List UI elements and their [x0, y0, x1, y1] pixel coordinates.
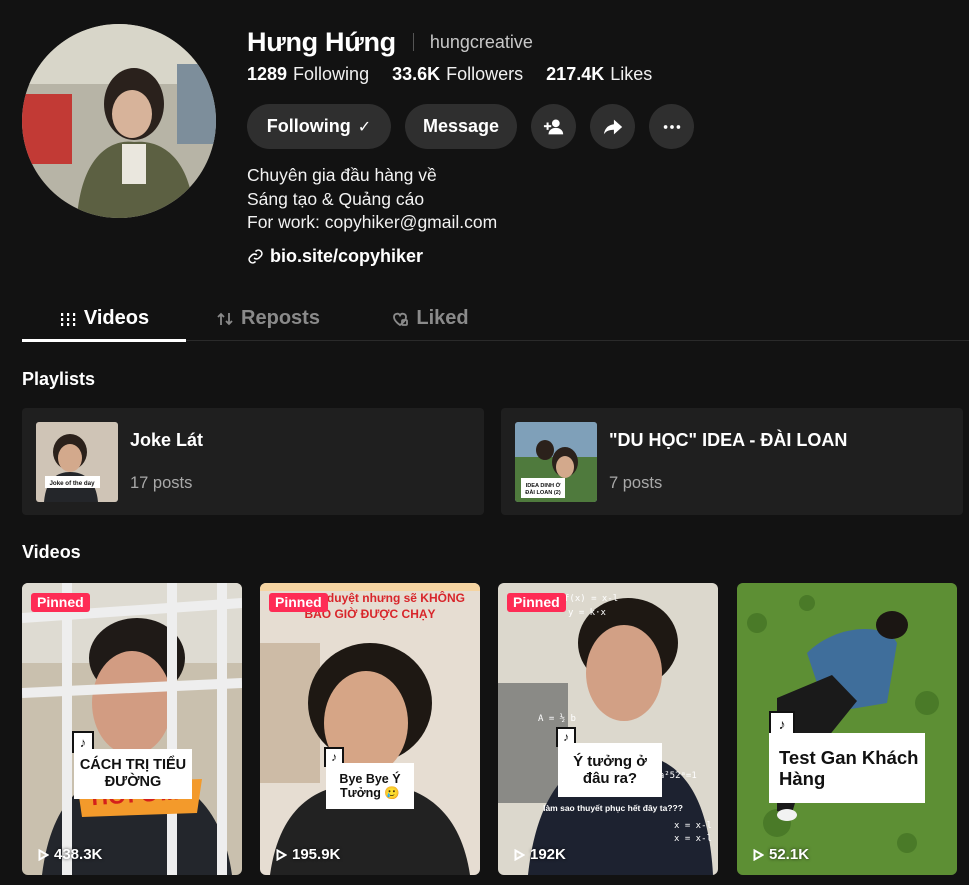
message-button[interactable]: Message [405, 104, 517, 149]
svg-text:x = x-l: x = x-l [674, 834, 712, 844]
tab-videos[interactable]: Videos [22, 296, 186, 342]
svg-text:ĐÀI LOAN (2): ĐÀI LOAN (2) [525, 489, 561, 496]
following-button[interactable]: Following ✓ [247, 104, 391, 149]
heart-icon [393, 312, 409, 326]
more-options-button[interactable] [649, 104, 694, 149]
play-icon [38, 848, 49, 861]
play-icon [276, 848, 287, 861]
view-count-value: 192K [530, 846, 566, 863]
profile-avatar[interactable] [22, 24, 216, 218]
playlist-thumbnail: IDEA DINH Ở ĐÀI LOAN (2) [515, 422, 597, 502]
video-caption: Bye Bye Ý Tưởng 🥲 [326, 763, 414, 809]
video-card[interactable]: đã được duyệt nhưng sẽ KHÔNG BAO GIỜ ĐƯỢ… [260, 583, 480, 875]
stat-label: Followers [446, 64, 524, 84]
video-caption: Ý tưởng ở đâu ra? [558, 743, 662, 797]
video-subtitle: làm sao thuyết phục hết đây ta??? [543, 803, 683, 813]
add-user-icon [543, 118, 563, 134]
bio-line: Sáng tạo & Quảng cáo [247, 188, 425, 209]
playlist-count: 17 posts [130, 474, 193, 492]
video-card[interactable]: HƠI ƠI..! ♪ CÁCH TRỊ TIỂU ĐƯỜNG Pinned 4… [22, 583, 242, 875]
stat-number: 1289 [247, 64, 288, 84]
thumb-caption: Joke of the day [49, 480, 95, 487]
profile-bio: Chuyên gia đầu hàng về Sáng tạo & Quảng … [247, 164, 497, 235]
video-thumbnail [260, 583, 480, 875]
playlist-card[interactable]: Joke of the day Joke Lát 17 posts [22, 408, 484, 515]
stat-label: Following [293, 64, 370, 84]
playlist-count: 7 posts [609, 474, 663, 492]
play-icon [753, 848, 764, 861]
display-name: Hưng Hứng [247, 26, 396, 57]
video-card[interactable]: ♪ Test Gan Khách Hàng 52.1K [737, 583, 957, 875]
videos-heading: Videos [22, 542, 81, 562]
view-count: 195.9K [276, 846, 340, 863]
tab-label: Liked [416, 307, 469, 329]
video-thumbnail [22, 583, 242, 875]
view-count-value: 52.1K [769, 846, 810, 863]
stat-likes: 217.4K Likes [546, 64, 652, 85]
tab-liked[interactable]: Liked [350, 296, 510, 341]
playlist-card[interactable]: IDEA DINH Ở ĐÀI LOAN (2) "DU HỌC" IDEA -… [501, 408, 963, 515]
playlist-title: "DU HỌC" IDEA - ĐÀI LOAN [609, 430, 848, 450]
profile-stats: 1289 Following 33.6K Followers 217.4K Li… [247, 64, 675, 85]
tab-label: Reposts [241, 307, 320, 329]
playlist-thumbnail: Joke of the day [36, 422, 118, 502]
stat-number: 217.4K [546, 64, 605, 84]
stat-following[interactable]: 1289 Following [247, 64, 369, 85]
name-divider [412, 33, 414, 51]
playlist-title: Joke Lát [130, 430, 204, 450]
svg-text:IDEA DINH Ở: IDEA DINH Ở [526, 482, 561, 489]
bio-line: For work: copyhiker@gmail.com [247, 212, 498, 232]
add-friend-button[interactable] [531, 104, 576, 149]
stat-label: Likes [610, 64, 653, 84]
video-card[interactable]: f(x) = x-l y = k·x A = ½ b 2sa²52ᵃ=1 x =… [498, 583, 718, 875]
video-caption: Test Gan Khách Hàng [769, 733, 925, 803]
tab-reposts[interactable]: Reposts [186, 296, 350, 341]
svg-text:A = ½ b: A = ½ b [538, 713, 576, 724]
view-count-value: 195.9K [292, 846, 341, 863]
more-icon [663, 124, 680, 129]
pinned-badge: Pinned [507, 593, 566, 612]
play-icon [514, 848, 525, 861]
stat-number: 33.6K [392, 64, 441, 84]
view-count: 192K [514, 846, 566, 863]
svg-text:x = x-l: x = x-l [674, 821, 712, 831]
view-count: 438.3K [38, 846, 102, 863]
view-count-value: 438.3K [54, 846, 103, 863]
link-icon [248, 249, 263, 264]
profile-name-row: Hưng Hứng hungcreative [247, 26, 533, 58]
svg-text:f(x) = x-l: f(x) = x-l [564, 594, 618, 604]
video-thumbnail: f(x) = x-l y = k·x A = ½ b 2sa²52ᵃ=1 x =… [498, 583, 718, 875]
grid-icon [60, 312, 76, 326]
stat-followers[interactable]: 33.6K Followers [392, 64, 523, 85]
bio-line: Chuyên gia đầu hàng về [247, 165, 437, 185]
pinned-badge: Pinned [31, 593, 90, 612]
repost-icon [217, 312, 233, 325]
tab-label: Videos [83, 307, 150, 329]
username: hungcreative [429, 31, 533, 52]
profile-actions: Following ✓ Message [247, 104, 708, 149]
share-icon [603, 119, 622, 134]
message-button-label: Message [422, 116, 500, 136]
video-caption: CÁCH TRỊ TIỂU ĐƯỜNG [74, 749, 192, 799]
share-button[interactable] [590, 104, 635, 149]
bio-link-text: bio.site/copyhiker [270, 246, 424, 266]
pinned-badge: Pinned [269, 593, 328, 612]
playlists-heading: Playlists [22, 369, 96, 389]
bio-link[interactable]: bio.site/copyhiker [247, 246, 423, 267]
profile-tabs: Videos Reposts Liked [22, 296, 969, 342]
check-icon: ✓ [357, 118, 372, 136]
view-count: 52.1K [753, 846, 809, 863]
svg-text:y = k·x: y = k·x [568, 608, 607, 618]
following-button-label: Following [266, 116, 351, 136]
